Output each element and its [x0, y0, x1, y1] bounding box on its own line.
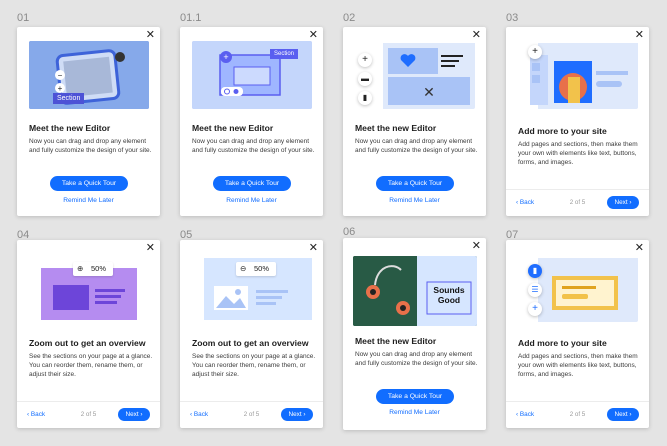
- remind-later-link[interactable]: Remind Me Later: [343, 197, 486, 204]
- close-icon[interactable]: ✕: [635, 29, 644, 41]
- frame-label: 06: [343, 226, 356, 238]
- next-button[interactable]: Next ›: [607, 408, 639, 421]
- plus-icon[interactable]: +: [528, 302, 542, 316]
- frame-label: 02: [343, 12, 356, 24]
- card-title: Zoom out to get an overview: [29, 338, 146, 348]
- card-description: Now you can drag and drop any element an…: [355, 351, 478, 367]
- layers-icon[interactable]: ☰: [528, 283, 542, 297]
- zoom-icon: ⊕: [77, 264, 84, 273]
- svg-text:−: −: [58, 71, 63, 80]
- hero-headline: Sounds Good: [433, 285, 465, 305]
- onboarding-card: ✕ Sounds Good Meet the new Editor Now yo…: [343, 238, 486, 430]
- close-icon[interactable]: ✕: [146, 29, 155, 41]
- svg-text:+: +: [223, 52, 228, 62]
- card-footer: ‹ Back 2 of 5 Next ›: [180, 401, 323, 428]
- close-icon[interactable]: ✕: [309, 29, 318, 41]
- close-icon[interactable]: ✕: [472, 240, 481, 252]
- svg-text:+: +: [58, 84, 63, 93]
- next-label: Next: [125, 411, 139, 418]
- frame-label: 03: [506, 12, 519, 24]
- card-description: Now you can drag and drop any element an…: [355, 138, 478, 154]
- zoom-control[interactable]: ⊕ 50%: [73, 262, 113, 276]
- hero-image: ▮ ☰ +: [518, 254, 638, 322]
- next-label: Next: [288, 411, 302, 418]
- close-icon[interactable]: ✕: [635, 242, 644, 254]
- section-tag: Section: [53, 93, 85, 104]
- hero-image: − + Section: [29, 41, 149, 109]
- card-description: Now you can drag and drop any element an…: [192, 138, 315, 154]
- zoom-level: 50%: [91, 264, 107, 273]
- zoom-icon: ⊖: [240, 264, 247, 273]
- quick-tour-button[interactable]: Take a Quick Tour: [213, 176, 291, 191]
- card-footer: ‹ Back 2 of 5 Next ›: [506, 401, 649, 428]
- next-button[interactable]: Next ›: [607, 196, 639, 209]
- card-title: Meet the new Editor: [355, 123, 437, 133]
- card-title: Meet the new Editor: [192, 123, 274, 133]
- close-icon[interactable]: ✕: [146, 242, 155, 254]
- svg-text:✕: ✕: [423, 84, 435, 100]
- close-icon[interactable]: ✕: [309, 242, 318, 254]
- card-title: Meet the new Editor: [29, 123, 111, 133]
- hero-image: Sounds Good: [353, 256, 477, 326]
- card-title: Meet the new Editor: [355, 336, 437, 346]
- hero-image: + Section: [192, 41, 312, 109]
- plus-icon[interactable]: +: [358, 53, 372, 67]
- section-tag: Section: [270, 49, 299, 59]
- next-label: Next: [614, 411, 628, 418]
- card-title: Zoom out to get an overview: [192, 338, 309, 348]
- layers-icon[interactable]: ▬: [358, 72, 372, 86]
- quick-tour-button[interactable]: Take a Quick Tour: [376, 176, 454, 191]
- section-illustration: − +: [29, 41, 149, 109]
- hero-image: +: [518, 41, 638, 109]
- hero-image: ⊖ 50%: [192, 254, 312, 322]
- elements-illustration: ✕: [383, 43, 475, 109]
- next-label: Next: [614, 199, 628, 206]
- card-description: Now you can drag and drop any element an…: [29, 138, 152, 154]
- page-icon[interactable]: ▮: [528, 264, 542, 278]
- frame-label: 01: [17, 12, 30, 24]
- plus-icon[interactable]: +: [528, 45, 542, 59]
- card-description: See the sections on your page at a glanc…: [192, 353, 316, 378]
- onboarding-card: ✕ ✕ + ▬ ▮ Meet the new Editor Now you ca…: [343, 27, 486, 216]
- card-description: Add pages and sections, then make them y…: [518, 353, 638, 378]
- close-icon[interactable]: ✕: [472, 29, 481, 41]
- frame-label: 01.1: [180, 12, 202, 24]
- onboarding-card: ✕ + Add more to your site Add pages and …: [506, 27, 649, 216]
- card-description: Add pages and sections, then make them y…: [518, 141, 638, 166]
- remind-later-link[interactable]: Remind Me Later: [343, 409, 486, 416]
- onboarding-card: ✕ − + Section Meet the new Editor Now yo…: [17, 27, 160, 216]
- card-description: See the sections on your page at a glanc…: [29, 353, 153, 378]
- next-button[interactable]: Next ›: [281, 408, 313, 421]
- page-icon[interactable]: ▮: [358, 91, 372, 105]
- quick-tour-button[interactable]: Take a Quick Tour: [376, 389, 454, 404]
- zoom-level: 50%: [254, 264, 270, 273]
- onboarding-card: ✕ ⊖ 50% Zoom out to get an overview See …: [180, 240, 323, 428]
- onboarding-card: ✕ ▮ ☰ + Add more to your site Add pages …: [506, 240, 649, 428]
- card-title: Add more to your site: [518, 126, 607, 136]
- card-footer: ‹ Back 2 of 5 Next ›: [17, 401, 160, 428]
- zoom-control[interactable]: ⊖ 50%: [236, 262, 276, 276]
- card-footer: ‹ Back 2 of 5 Next ›: [506, 189, 649, 216]
- onboarding-card: ✕ + Section Meet the new Editor Now you …: [180, 27, 323, 216]
- hero-image: ⊕ 50%: [29, 254, 149, 322]
- card-title: Add more to your site: [518, 338, 607, 348]
- quick-tour-button[interactable]: Take a Quick Tour: [50, 176, 128, 191]
- hero-image: ✕ + ▬ ▮: [355, 41, 475, 109]
- next-button[interactable]: Next ›: [118, 408, 150, 421]
- remind-later-link[interactable]: Remind Me Later: [180, 197, 323, 204]
- remind-later-link[interactable]: Remind Me Later: [17, 197, 160, 204]
- onboarding-card: ✕ ⊕ 50% Zoom out to get an overview See …: [17, 240, 160, 428]
